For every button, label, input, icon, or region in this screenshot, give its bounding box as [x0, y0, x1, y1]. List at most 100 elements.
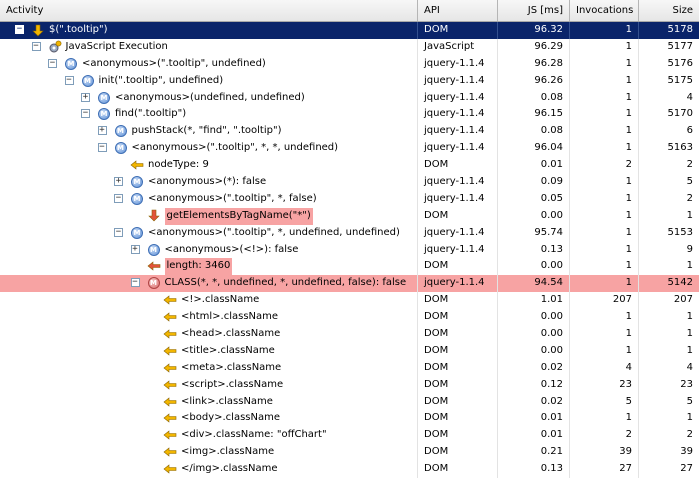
table-row[interactable]: </img>.className DOM 0.13 27 27 — [0, 461, 699, 479]
column-header-activity[interactable]: Activity — [0, 0, 418, 21]
activity-cell: − M <anonymous>(".tooltip", *, undefined, … — [0, 224, 418, 242]
invocations-cell: 5 — [570, 393, 639, 411]
activity-cell: <meta>.className — [0, 359, 418, 377]
size-cell: 2 — [686, 192, 693, 204]
js-ms-cell: 94.54 — [498, 275, 570, 293]
invocations-cell: 1 — [570, 342, 639, 360]
table-row[interactable]: − Mfind(".tooltip") jquery-1.1.4 96.15 1 5170 — [0, 106, 699, 124]
table-row[interactable]: <div>.className: "offChart" DOM 0.01 2 2 — [0, 427, 699, 445]
column-header-invocations[interactable]: Invocations — [570, 0, 639, 21]
size-cell: 5176 — [667, 57, 693, 69]
table-row[interactable]: − M <anonymous>(".tooltip", *, undefined, … — [0, 224, 699, 242]
table-row[interactable]: getElementsByTagName("*") DOM 0.00 1 1 — [0, 207, 699, 225]
collapse-toggle[interactable]: − — [114, 227, 123, 237]
table-row[interactable]: <link>.className DOM 0.02 5 5 — [0, 393, 699, 411]
activity-label: <link>.className — [181, 395, 273, 407]
invocations-cell: 23 — [570, 376, 639, 394]
table-row[interactable]: − Minit(".tooltip", undefined) jquery-1.1.… — [0, 72, 699, 90]
invocations-cell: 1 — [570, 55, 639, 73]
activity-label: nodeType: 9 — [148, 159, 209, 171]
js-ms-cell: 0.02 — [498, 359, 570, 377]
table-row[interactable]: − JavaScript Execution JavaScript 96.29 1 517… — [0, 38, 699, 56]
table-row[interactable]: − M CLASS(*, *, undefined, *, undefined, f… — [0, 275, 699, 293]
column-header-js-ms[interactable]: JS [ms] — [498, 0, 570, 21]
table-row[interactable]: + M <anonymous>(undefined, undefined) jquer… — [0, 89, 699, 107]
api-cell: jquery-1.1.4 — [418, 72, 498, 90]
table-row[interactable]: nodeType: 9 DOM 0.01 2 2 — [0, 157, 699, 175]
expand-toggle[interactable]: + — [130, 244, 140, 254]
js-ms-cell: 0.01 — [498, 157, 570, 175]
activity-cell: + M <anonymous>(<!>): false — [0, 241, 418, 259]
method-icon: M — [130, 226, 144, 240]
table-row[interactable]: − M <anonymous>(".tooltip", *, *, undefine… — [0, 140, 699, 158]
collapse-toggle[interactable]: − — [15, 25, 24, 34]
activity-cell: + M <anonymous>(undefined, undefined) — [0, 89, 418, 107]
table-row[interactable]: length: 3460 DOM 0.00 1 1 — [0, 258, 699, 276]
table-row[interactable]: <script>.className DOM 0.12 23 23 — [0, 376, 699, 394]
column-header-size[interactable]: Size — [639, 0, 699, 21]
activity-label: length: 3460 — [164, 258, 233, 276]
js-ms-cell: 0.01 — [498, 410, 570, 428]
size-cell: 39 — [680, 446, 693, 458]
api-cell: jquery-1.1.4 — [418, 89, 498, 107]
collapse-toggle[interactable]: − — [97, 143, 107, 153]
size-cell: 5177 — [667, 40, 693, 52]
collapse-toggle[interactable]: − — [31, 41, 41, 51]
table-row[interactable]: − $(".tooltip") DOM 96.32 1 5178 — [0, 22, 699, 39]
api-cell: jquery-1.1.4 — [418, 241, 498, 259]
api-cell: jquery-1.1.4 — [418, 123, 498, 141]
table-row[interactable]: <meta>.className DOM 0.02 4 4 — [0, 359, 699, 377]
table-row[interactable]: − M <anonymous>(".tooltip", *, false) jquer… — [0, 190, 699, 208]
collapse-toggle[interactable]: − — [48, 58, 57, 68]
invocations-cell: 1 — [570, 72, 639, 90]
js-ms-cell: 95.74 — [498, 224, 570, 242]
size-cell: 5175 — [667, 74, 693, 86]
table-row[interactable]: <head>.className DOM 0.00 1 1 — [0, 326, 699, 343]
table-row[interactable]: <html>.className DOM 0.00 1 1 — [0, 309, 699, 327]
expand-toggle[interactable]: + — [81, 92, 90, 102]
expand-toggle[interactable]: + — [114, 177, 123, 187]
api-cell: DOM — [418, 359, 498, 377]
table-row[interactable]: + M <anonymous>(*): false jquery-1.1.4 0.09 1… — [0, 174, 699, 191]
activity-label: getElementsByTagName("*") — [164, 207, 313, 225]
js-ms-cell: 96.29 — [498, 38, 570, 56]
activity-label: <anonymous>(".tooltip", *, *, undefined) — [131, 142, 339, 154]
js-ms-cell: 0.02 — [498, 393, 570, 411]
collapse-toggle[interactable]: − — [114, 193, 123, 203]
size-cell: 23 — [680, 378, 693, 390]
table-row[interactable]: <!>.className DOM 1.01 207 207 — [0, 292, 699, 310]
expand-toggle[interactable]: + — [97, 126, 107, 136]
size-cell: 4 — [686, 91, 693, 103]
activity-cell: </img>.className — [0, 461, 418, 479]
method-icon: M — [114, 124, 128, 138]
collapse-toggle[interactable]: − — [81, 109, 90, 119]
api-cell: jquery-1.1.4 — [418, 174, 498, 191]
js-ms-cell: 0.00 — [498, 258, 570, 276]
activity-cell: − M <anonymous>(".tooltip", *, *, undefine… — [0, 140, 418, 158]
collapse-toggle[interactable]: − — [130, 278, 140, 288]
method-icon: M — [147, 243, 161, 257]
table-row[interactable]: <body>.className DOM 0.01 1 1 — [0, 410, 699, 428]
table-row[interactable]: + MpushStack(*, "find", ".tooltip") jquery… — [0, 123, 699, 141]
size-cell: 207 — [673, 294, 693, 306]
activity-label: <div>.className: "offChart" — [181, 429, 327, 441]
table-row[interactable]: <title>.className DOM 0.00 1 1 — [0, 342, 699, 360]
activity-label: find(".tooltip") — [115, 108, 187, 120]
table-row[interactable]: <img>.className DOM 0.21 39 39 — [0, 444, 699, 462]
collapse-toggle[interactable]: − — [64, 75, 74, 85]
activity-label: <anonymous>(*): false — [148, 176, 267, 188]
table-row[interactable]: + M <anonymous>(<!>): false jquery-1.1.4 0.1… — [0, 241, 699, 259]
table-row[interactable]: − M <anonymous>(".tooltip", undefined) jque… — [0, 55, 699, 73]
size-cell: 1 — [686, 328, 693, 340]
invocations-cell: 1 — [570, 326, 639, 343]
column-header-api[interactable]: API — [418, 0, 498, 21]
activity-label: <anonymous>(<!>): false — [164, 243, 299, 255]
activity-label: <script>.className — [181, 378, 284, 390]
js-ms-cell: 0.00 — [498, 309, 570, 327]
size-cell: 5142 — [667, 277, 693, 289]
arrow-left-icon — [163, 462, 177, 476]
api-cell: jquery-1.1.4 — [418, 140, 498, 158]
invocations-cell: 1 — [570, 309, 639, 327]
size-cell: 27 — [680, 463, 693, 475]
activity-cell: + M <anonymous>(*): false — [0, 174, 418, 191]
